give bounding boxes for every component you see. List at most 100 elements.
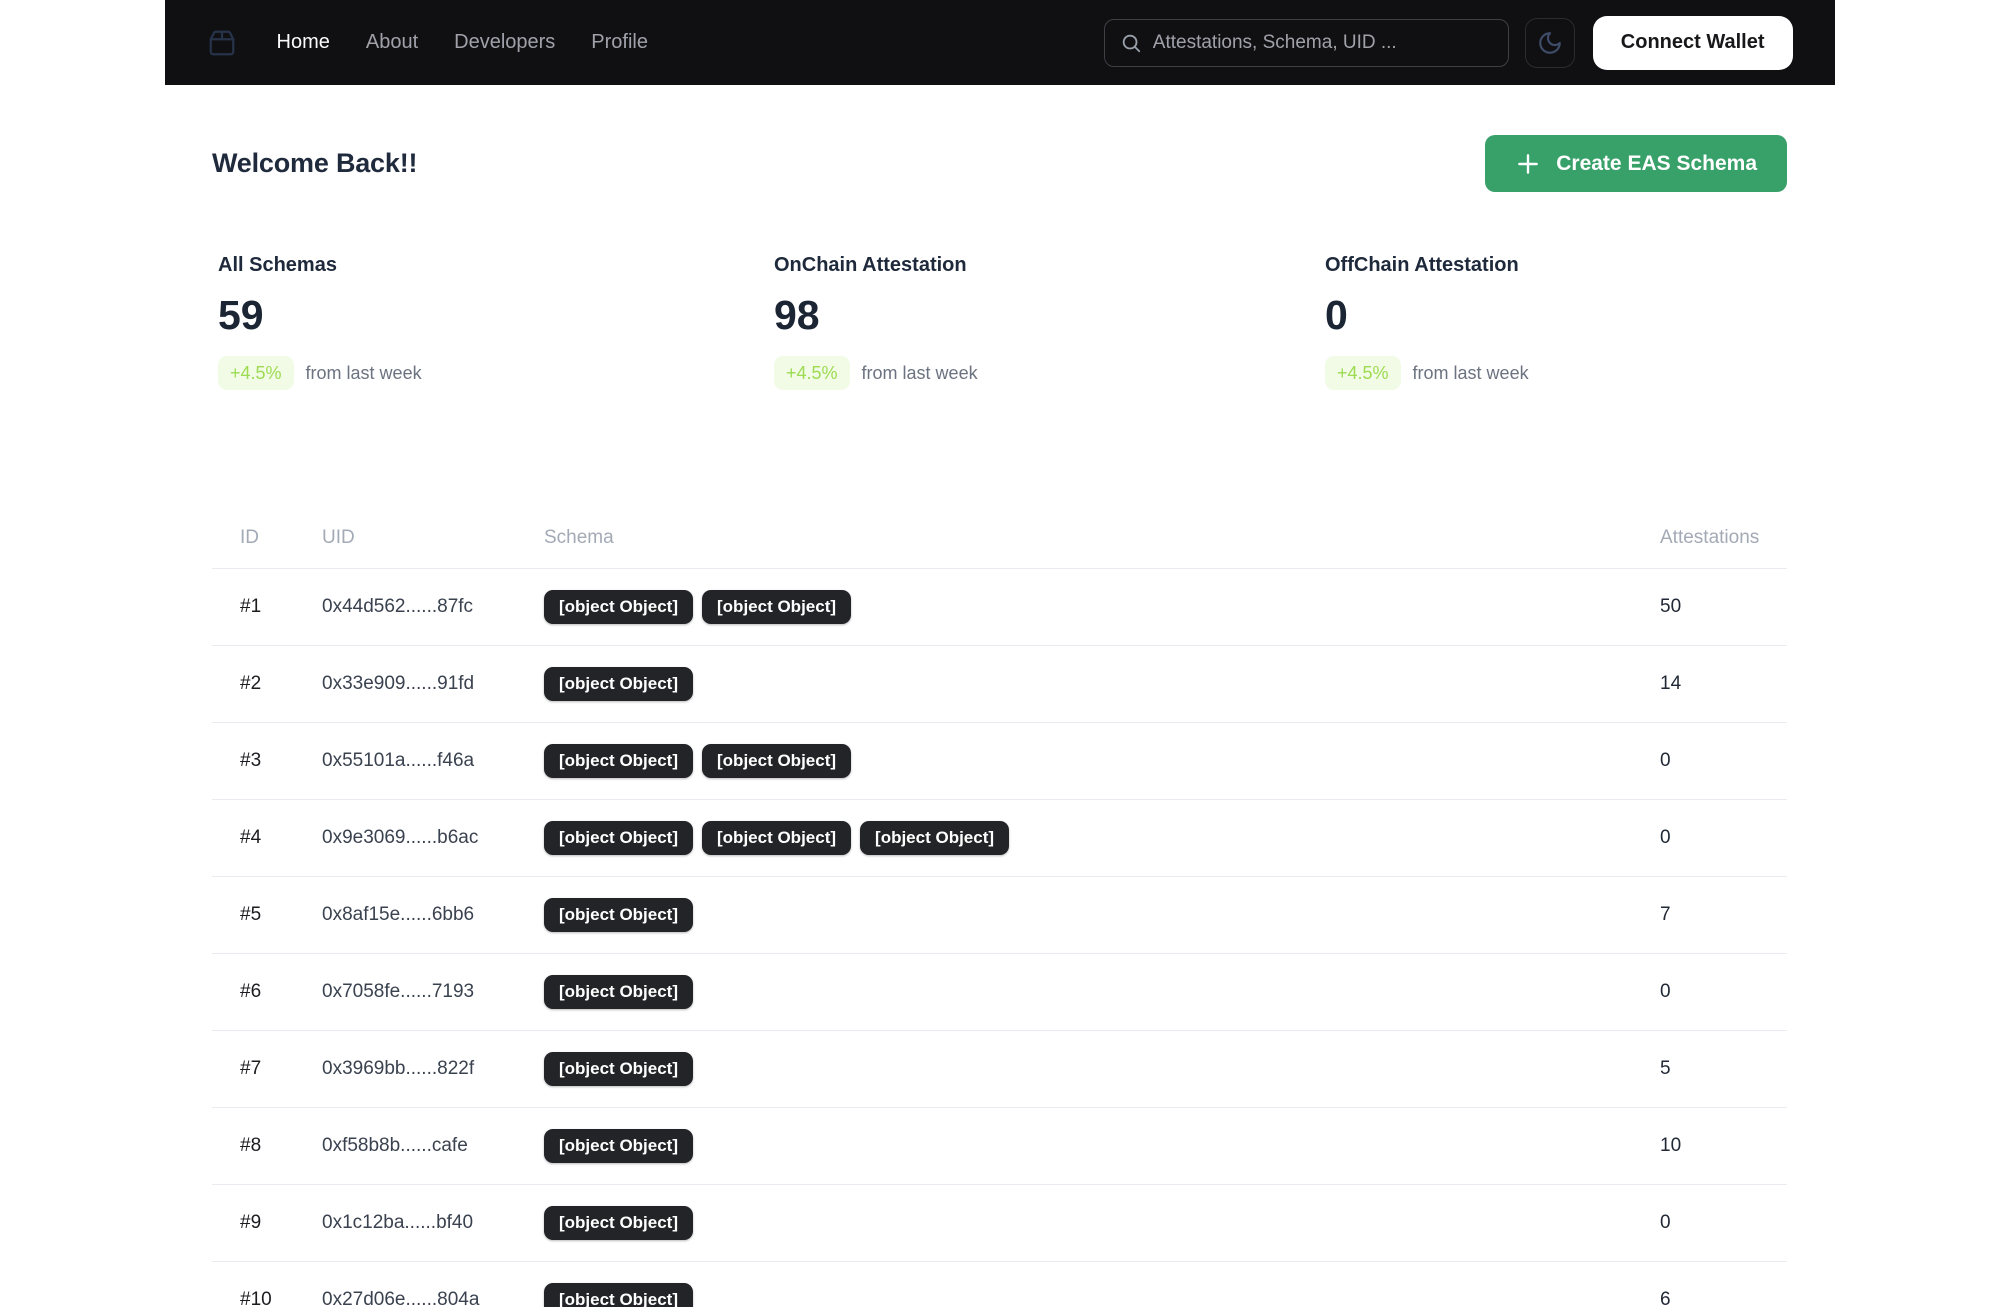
stat-card-title: OnChain Attestation: [774, 254, 967, 276]
row-schema: [object Object] [object Object] [object …: [544, 821, 1660, 855]
change-note: from last week: [861, 362, 978, 383]
row-attestations: 5: [1660, 1058, 1671, 1079]
schema-badge: [object Object]: [544, 744, 694, 778]
stat-cards: All Schemas 59 +4.5% from last week OnCh…: [212, 252, 1787, 390]
change-badge: +4.5%: [774, 356, 850, 390]
page-title: Welcome Back!!: [212, 148, 418, 178]
row-attestations: 14: [1660, 673, 1682, 694]
row-uid: 0x27d06e......804a: [322, 1289, 480, 1307]
stat-card-change: +4.5% from last week: [1325, 356, 1787, 390]
search-box[interactable]: [1103, 18, 1509, 67]
row-id: #2: [240, 673, 262, 694]
navbar: Home About Developers Profile Connect Wa…: [164, 0, 1835, 85]
row-uid: 0x55101a......f46a: [322, 750, 475, 771]
change-badge: +4.5%: [1325, 356, 1401, 390]
row-attestations: 10: [1660, 1135, 1682, 1156]
stat-card: OnChain Attestation 98 +4.5% from last w…: [768, 252, 1319, 390]
moon-icon: [1537, 30, 1563, 56]
row-schema: [object Object]: [544, 1206, 1660, 1240]
header-uid: UID: [322, 526, 355, 548]
schema-badge: [object Object]: [544, 1283, 694, 1307]
row-id: #4: [240, 827, 262, 848]
row-id: #8: [240, 1135, 262, 1156]
table-row[interactable]: #2 0x33e909......91fd [object Object] 14: [212, 646, 1787, 723]
row-schema: [object Object]: [544, 1129, 1660, 1163]
table-row[interactable]: #9 0x1c12ba......bf40 [object Object] 0: [212, 1185, 1787, 1262]
row-uid: 0x7058fe......7193: [322, 981, 475, 1002]
row-attestations: 0: [1660, 1212, 1671, 1233]
nav-link[interactable]: Home: [277, 31, 330, 54]
connect-wallet-button[interactable]: Connect Wallet: [1592, 15, 1793, 70]
main-content: Welcome Back!! Create EAS Schema All Sch…: [212, 135, 1787, 1307]
row-schema: [object Object]: [544, 667, 1660, 701]
stat-card-title: All Schemas: [218, 254, 337, 276]
row-id: #3: [240, 750, 262, 771]
stat-card-value: 59: [218, 292, 264, 338]
theme-toggle-button[interactable]: [1524, 17, 1575, 68]
schema-badge: [object Object]: [544, 898, 694, 932]
create-eas-schema-label: Create EAS Schema: [1556, 151, 1757, 175]
nav-links: Home About Developers Profile: [277, 31, 649, 54]
row-attestations: 0: [1660, 750, 1671, 771]
schema-badge: [object Object]: [702, 821, 852, 855]
row-attestations: 50: [1660, 596, 1682, 617]
create-eas-schema-button[interactable]: Create EAS Schema: [1485, 135, 1787, 192]
stat-card-value: 0: [1325, 292, 1348, 338]
plus-icon: [1515, 151, 1541, 177]
nav-link[interactable]: Profile: [591, 31, 648, 54]
row-id: #7: [240, 1058, 262, 1079]
stat-card-change: +4.5% from last week: [774, 356, 1319, 390]
row-attestations: 6: [1660, 1289, 1671, 1307]
header-schema: Schema: [544, 526, 614, 548]
row-uid: 0x33e909......91fd: [322, 673, 475, 694]
schema-badge: [object Object]: [702, 590, 852, 624]
table-row[interactable]: #10 0x27d06e......804a [object Object] 6: [212, 1262, 1787, 1307]
row-attestations: 0: [1660, 981, 1671, 1002]
row-uid: 0x1c12ba......bf40: [322, 1212, 474, 1233]
stat-card: OffChain Attestation 0 +4.5% from last w…: [1319, 252, 1787, 390]
table-row[interactable]: #6 0x7058fe......7193 [object Object] 0: [212, 954, 1787, 1031]
schema-badge: [object Object]: [544, 667, 694, 701]
change-note: from last week: [305, 362, 422, 383]
nav-link[interactable]: About: [366, 31, 418, 54]
row-id: #9: [240, 1212, 262, 1233]
schema-badge: [object Object]: [544, 821, 694, 855]
table-row[interactable]: #5 0x8af15e......6bb6 [object Object] 7: [212, 877, 1787, 954]
header-id: ID: [240, 526, 259, 548]
table-header: ID UID Schema Attestations: [212, 507, 1787, 569]
table-row[interactable]: #4 0x9e3069......b6ac [object Object] [o…: [212, 800, 1787, 877]
schema-badge: [object Object]: [544, 1052, 694, 1086]
change-badge: +4.5%: [218, 356, 294, 390]
schema-badge: [object Object]: [544, 1129, 694, 1163]
row-schema: [object Object] [object Object]: [544, 744, 1660, 778]
header-attestations: Attestations: [1660, 526, 1760, 548]
row-attestations: 7: [1660, 904, 1671, 925]
row-schema: [object Object]: [544, 1283, 1660, 1307]
row-uid: 0x3969bb......822f: [322, 1058, 475, 1079]
schema-badge: [object Object]: [544, 975, 694, 1009]
stat-card: All Schemas 59 +4.5% from last week: [212, 252, 768, 390]
table-row[interactable]: #8 0xf58b8b......cafe [object Object] 10: [212, 1108, 1787, 1185]
table-row[interactable]: #7 0x3969bb......822f [object Object] 5: [212, 1031, 1787, 1108]
schema-badge: [object Object]: [860, 821, 1010, 855]
search-input[interactable]: [1152, 31, 1493, 54]
row-schema: [object Object]: [544, 1052, 1660, 1086]
schemas-table: ID UID Schema Attestations #1 0x44d562..…: [212, 507, 1787, 1307]
table-row[interactable]: #3 0x55101a......f46a [object Object] [o…: [212, 723, 1787, 800]
page-header: Welcome Back!! Create EAS Schema: [212, 135, 1787, 192]
stat-card-value: 98: [774, 292, 820, 338]
package-icon: [207, 28, 237, 58]
row-uid: 0x8af15e......6bb6: [322, 904, 475, 925]
schema-badge: [object Object]: [544, 1206, 694, 1240]
row-id: #5: [240, 904, 262, 925]
row-id: #10: [240, 1289, 272, 1307]
table-row[interactable]: #1 0x44d562......87fc [object Object] [o…: [212, 569, 1787, 646]
row-id: #6: [240, 981, 262, 1002]
schema-badge: [object Object]: [702, 744, 852, 778]
change-note: from last week: [1412, 362, 1529, 383]
nav-link[interactable]: Developers: [454, 31, 555, 54]
row-schema: [object Object]: [544, 898, 1660, 932]
row-id: #1: [240, 596, 262, 617]
row-schema: [object Object] [object Object]: [544, 590, 1660, 624]
schema-badge: [object Object]: [544, 590, 694, 624]
